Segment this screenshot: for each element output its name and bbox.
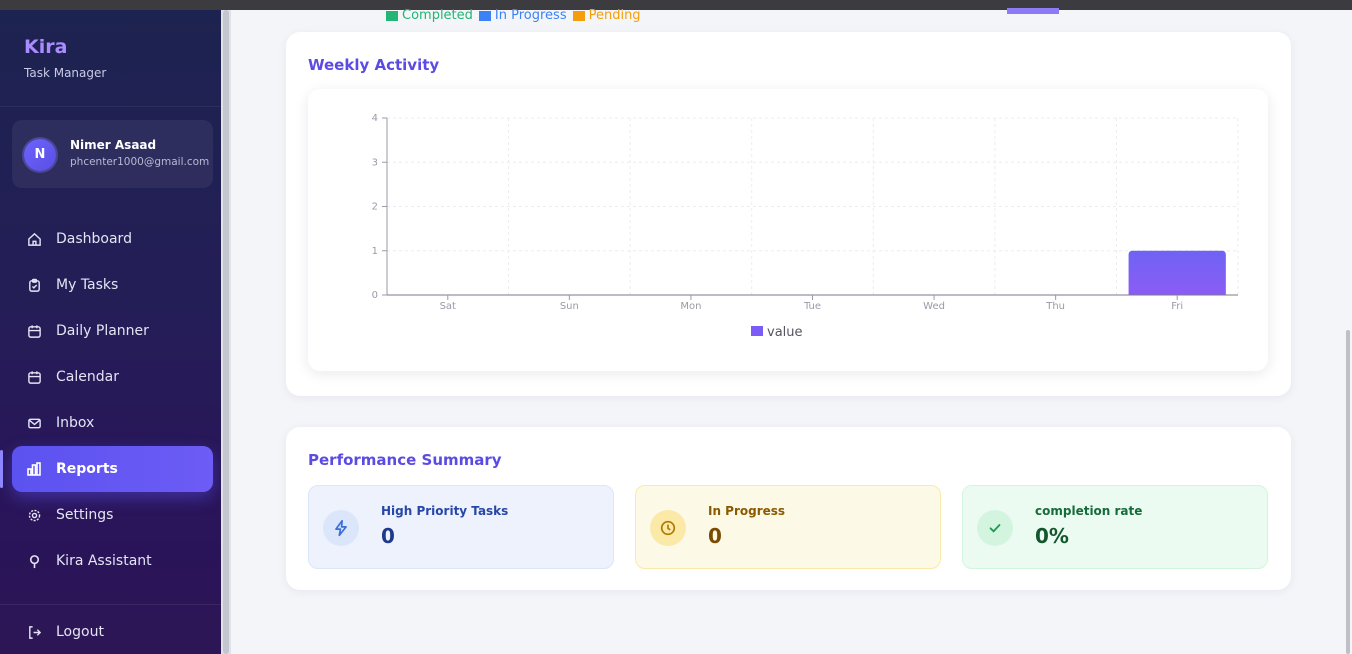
chart-x-axis: Sat Sun Mon Tue Wed Thu Fri [387,294,1238,312]
x-tick-label: Tue [803,301,821,312]
legend-item-pending: Pending [572,8,641,23]
home-icon [26,231,42,247]
sidebar-item-label: Inbox [56,415,95,431]
sidebar-item-label: Dashboard [56,231,132,247]
sidebar-item-kira-assistant[interactable]: Kira Assistant [12,538,213,584]
legend-swatch [572,10,585,21]
bar-chart-icon [26,461,42,477]
legend-swatch [478,10,491,21]
sidebar-item-label: Kira Assistant [56,553,152,569]
lightbulb-icon [26,553,42,569]
x-tick-label: Sun [560,301,579,312]
avatar: N [24,139,56,171]
sidebar-item-label: Settings [56,507,114,523]
weekly-chart-svg: 0 1 2 3 4 Sat Sun Mon Tue Wed Thu Fri value [372,113,1239,340]
chart-legend: value [751,325,803,340]
sidebar-item-dashboard[interactable]: Dashboard [12,216,213,262]
y-tick-label: 3 [372,157,378,168]
app-subtitle: Task Manager [24,66,107,80]
user-email: phcenter1000@gmail.com [70,156,210,168]
stat-value: 0 [381,524,395,548]
performance-summary-title: Performance Summary [308,451,502,469]
x-tick-label: Wed [923,301,945,312]
y-tick-label: 1 [372,246,378,257]
y-tick-label: 0 [372,290,378,301]
brand-divider [0,106,221,107]
sidebar-item-settings[interactable]: Settings [12,492,213,538]
sidebar-scrollbar[interactable] [223,10,229,654]
legend-swatch [386,10,398,21]
sidebar-item-label: My Tasks [56,277,119,293]
sidebar-nav: Dashboard My Tasks Daily Planner Calenda… [0,216,213,584]
chart-bars [1128,250,1226,295]
y-tick-label: 4 [372,113,378,124]
bar-fri [1128,250,1226,295]
page-scrollbar[interactable] [1346,330,1350,654]
status-legend-partial: Completed In Progress Pending [386,8,641,23]
mail-icon [26,415,42,431]
logout-button[interactable]: Logout [26,621,104,643]
chart-grid [386,117,1239,296]
y-tick-label: 2 [372,202,378,213]
logout-label: Logout [56,624,104,640]
legend-swatch-partial [1007,8,1059,14]
stat-value: 0% [1035,524,1069,548]
nav-divider [0,604,221,605]
sidebar-item-label: Reports [56,461,118,477]
sidebar-item-calendar[interactable]: Calendar [12,354,213,400]
logout-icon [26,624,42,640]
sidebar-item-inbox[interactable]: Inbox [12,400,213,446]
check-icon [977,510,1013,546]
sidebar-item-reports[interactable]: Reports [0,446,213,492]
clipboard-check-icon [26,277,42,293]
sidebar-item-daily-planner[interactable]: Daily Planner [12,308,213,354]
gear-icon [26,507,42,523]
stat-label: High Priority Tasks [381,504,509,518]
legend-item-completed: Completed [386,8,473,23]
legend-label: Pending [588,8,641,23]
calendar-icon [26,323,42,339]
weekly-activity-title: Weekly Activity [308,56,440,74]
in-progress-stat: In Progress 0 [635,485,941,569]
high-priority-stat: High Priority Tasks 0 [308,485,614,569]
user-name: Nimer Asaad [70,138,157,152]
user-card[interactable]: N Nimer Asaad phcenter1000@gmail.com [12,120,213,188]
lightning-icon [323,510,359,546]
legend-swatch [751,326,763,336]
legend-label: value [767,325,803,340]
clock-icon [650,510,686,546]
sidebar-item-label: Daily Planner [56,323,149,339]
completion-rate-stat: completion rate 0% [962,485,1268,569]
stat-label: In Progress [708,504,786,518]
stat-value: 0 [708,524,722,548]
legend-label: In Progress [494,8,567,23]
stat-label: completion rate [1035,504,1143,518]
legend-item-in-progress: In Progress [478,8,567,23]
calendar-icon [26,369,42,385]
app-name: Kira [24,36,68,58]
sidebar-item-my-tasks[interactable]: My Tasks [12,262,213,308]
x-tick-label: Mon [680,301,701,312]
weekly-activity-chart: 0 1 2 3 4 Sat Sun Mon Tue Wed Thu Fri value [308,89,1268,371]
window-top-strip [0,0,1352,10]
x-tick-label: Sat [440,301,456,312]
sidebar: Kira Task Manager N Nimer Asaad phcenter… [0,10,221,654]
chart-y-axis: 0 1 2 3 4 [372,113,388,301]
x-tick-label: Thu [1045,301,1065,312]
legend-label: Completed [402,8,473,23]
x-tick-label: Fri [1171,301,1183,312]
sidebar-item-label: Calendar [56,369,119,385]
